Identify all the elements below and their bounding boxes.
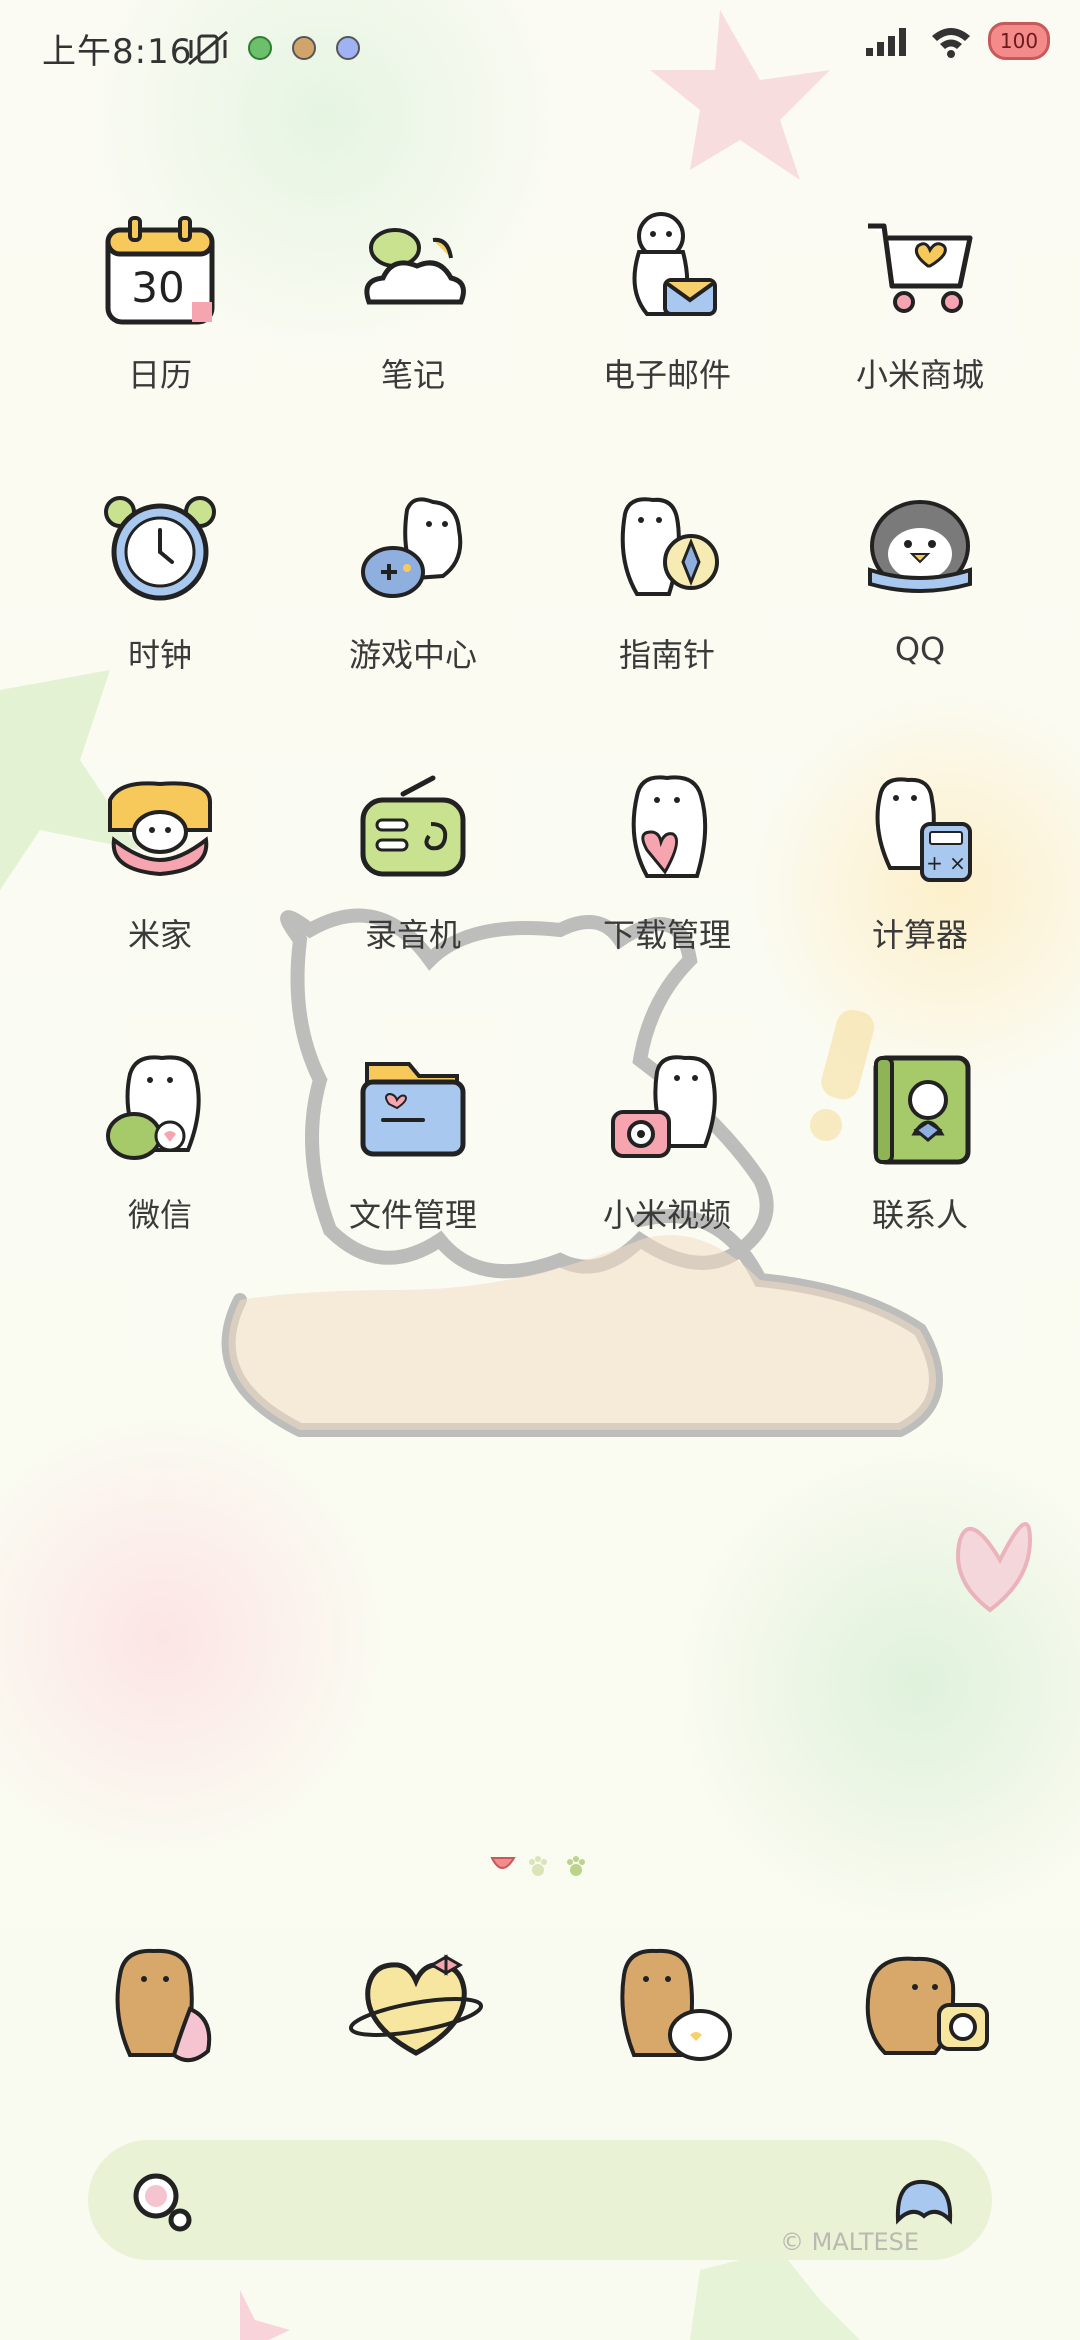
app-mi-store[interactable]: 小米商城 xyxy=(810,210,1030,440)
app-mijia[interactable]: 米家 xyxy=(50,770,270,1000)
recorder-icon xyxy=(360,775,466,877)
app-notification-icon xyxy=(248,36,272,60)
vibrate-off-icon xyxy=(188,30,228,66)
email-icon xyxy=(632,212,717,316)
message-icon[interactable] xyxy=(600,1935,740,2075)
app-label: 小米商城 xyxy=(855,356,984,394)
app-label: 下载管理 xyxy=(602,916,731,954)
status-time: 上午8:16 xyxy=(42,32,193,72)
shopping-cart-icon xyxy=(868,223,973,313)
svg-text:+ ×: + × xyxy=(926,851,966,875)
app-label: 米家 xyxy=(127,916,192,954)
app-label: 电子邮件 xyxy=(602,356,731,394)
app-wechat[interactable]: 微信 xyxy=(50,1050,270,1280)
app-label: 指南针 xyxy=(618,636,715,674)
wifi-icon xyxy=(932,28,970,58)
watermark: © MALTESE xyxy=(780,2228,920,2256)
app-qq[interactable]: QQ xyxy=(810,490,1030,720)
app-compass[interactable]: 指南针 xyxy=(557,490,777,720)
app-label: 笔记 xyxy=(380,356,445,394)
app-recorder[interactable]: 录音机 xyxy=(303,770,523,1000)
battery-level: 100 xyxy=(999,29,1039,53)
app-notification-icon xyxy=(336,36,360,60)
app-mi-video[interactable]: 小米视频 xyxy=(557,1050,777,1280)
page-dot-active xyxy=(490,1857,516,1869)
contacts-icon xyxy=(873,1055,971,1165)
camera-icon[interactable] xyxy=(855,1935,995,2075)
app-calendar[interactable]: 30 日历 xyxy=(50,210,270,440)
app-label: 游戏中心 xyxy=(348,636,477,674)
video-icon xyxy=(611,1055,717,1158)
download-manager-icon xyxy=(631,775,708,878)
app-label: 微信 xyxy=(127,1196,192,1234)
app-label: 计算器 xyxy=(871,916,968,954)
calendar-icon: 30 xyxy=(105,216,215,325)
heart-planet-icon[interactable] xyxy=(346,1935,486,2075)
status-bar: 上午8:16 100 xyxy=(0,0,1080,100)
app-label: QQ xyxy=(894,630,946,668)
app-label: 文件管理 xyxy=(348,1196,477,1234)
page-indicator[interactable] xyxy=(480,1852,600,1882)
app-email[interactable]: 电子邮件 xyxy=(557,210,777,440)
status-notifications xyxy=(185,28,363,68)
page-dot xyxy=(529,1856,547,1876)
search-icon[interactable] xyxy=(130,2170,196,2236)
app-label: 时钟 xyxy=(127,636,192,674)
qq-penguin-icon xyxy=(868,500,972,593)
app-calculator[interactable]: + × 计算器 xyxy=(810,770,1030,1000)
status-system: 100 xyxy=(864,22,1050,60)
notes-icon xyxy=(364,228,466,305)
signal-icon xyxy=(866,28,906,56)
game-center-icon xyxy=(361,497,463,598)
compass-icon xyxy=(620,497,719,596)
clock-icon xyxy=(104,496,216,601)
wechat-icon xyxy=(106,1055,201,1160)
app-label: 录音机 xyxy=(364,916,461,954)
app-clock[interactable]: 时钟 xyxy=(50,490,270,720)
calculator-icon: + × xyxy=(875,777,972,882)
app-contacts[interactable]: 联系人 xyxy=(810,1050,1030,1280)
app-notes[interactable]: 笔记 xyxy=(303,210,523,440)
file-manager-icon xyxy=(360,1062,466,1157)
assistant-icon[interactable] xyxy=(892,2176,956,2226)
app-game-center[interactable]: 游戏中心 xyxy=(303,490,523,720)
battery-icon: 100 xyxy=(988,22,1050,60)
mijia-icon xyxy=(108,781,212,877)
app-download-manager[interactable]: 下载管理 xyxy=(557,770,777,1000)
app-label: 日历 xyxy=(127,356,192,394)
app-file-manager[interactable]: 文件管理 xyxy=(303,1050,523,1280)
phone-icon[interactable] xyxy=(90,1935,230,2075)
app-label: 联系人 xyxy=(871,1196,968,1234)
page-dot xyxy=(567,1856,585,1876)
calendar-date: 30 xyxy=(131,263,184,312)
app-notification-icon xyxy=(292,36,316,60)
app-label: 小米视频 xyxy=(602,1196,731,1234)
